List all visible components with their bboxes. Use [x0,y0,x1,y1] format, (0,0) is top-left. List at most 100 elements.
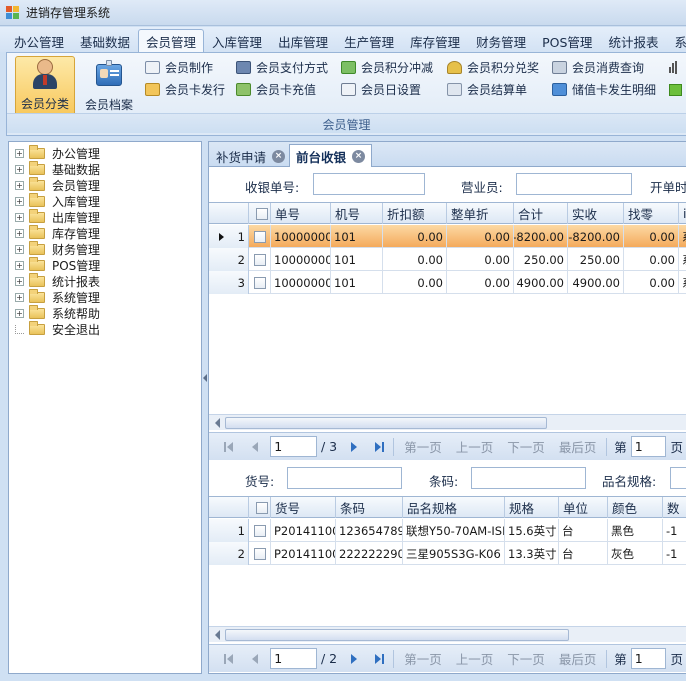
row-checkbox[interactable] [253,524,266,537]
header-select-all[interactable] [249,497,271,518]
menu-tab-basic-data[interactable]: 基础数据 [72,29,138,52]
table-cell[interactable]: -1 [663,542,686,565]
tree-node[interactable]: + 出库管理 [15,208,100,225]
expand-plus-icon[interactable]: + [15,260,24,270]
table-cell[interactable]: 100000006 [271,225,331,248]
table-cell[interactable]: 123654789 [336,519,403,542]
table-cell[interactable]: 250.00 [514,248,568,271]
tab-replenish-request[interactable]: 补货申请 × [209,144,292,167]
points-redeem-button[interactable]: 会员积分兑奖 [447,58,539,76]
table-cell[interactable]: 0.00 [447,271,514,294]
row-select-cell[interactable] [249,519,271,542]
column-header[interactable]: 单位 [559,497,608,518]
header-select-all[interactable] [249,203,271,224]
row-select-cell[interactable] [249,542,271,565]
expand-plus-icon[interactable]: + [15,212,24,222]
report-bars-icon[interactable] [669,58,686,76]
next-page-button[interactable]: 下一页 [507,649,545,668]
row-checkbox[interactable] [253,547,266,560]
column-header[interactable]: 实收 [568,203,624,224]
expand-plus-icon[interactable]: + [15,148,24,158]
spec-input[interactable] [670,467,686,489]
page-number-input[interactable]: 1 [270,648,317,669]
close-icon[interactable]: × [352,149,366,163]
prev-page-button[interactable]: 上一页 [456,649,494,668]
table-cell[interactable]: 13.3英寸 [505,542,559,565]
tree-node[interactable]: + 库存管理 [15,224,100,241]
salesperson-input[interactable] [516,173,632,195]
cashier-grid-hscroll[interactable] [209,414,686,430]
column-header[interactable]: i [679,203,686,224]
column-header[interactable]: 单号 [271,203,331,224]
member-category-button[interactable]: 会员分类 [15,56,75,116]
table-cell[interactable]: 系 [679,225,686,248]
row-checkbox[interactable] [253,276,266,289]
tree-node[interactable]: + 财务管理 [15,240,100,257]
table-cell[interactable]: 0.00 [383,248,447,271]
row-select-cell[interactable] [249,271,271,294]
tab-front-cashier[interactable]: 前台收银 × [289,144,373,167]
column-header[interactable]: 条码 [336,497,403,518]
menu-tab-inbound[interactable]: 入库管理 [204,29,270,52]
page-number-input[interactable]: 1 [270,436,317,457]
expand-plus-icon[interactable]: + [15,180,24,190]
last-page-button[interactable]: 最后页 [559,649,597,668]
table-row[interactable]: 2 P2014110042222222905三星905S3G-K0613.3英寸台… [209,542,686,565]
prev-page-icon[interactable] [246,438,263,456]
column-header[interactable]: 颜色 [608,497,663,518]
table-cell[interactable]: 三星905S3G-K06 [403,542,505,565]
table-cell[interactable]: -1 [663,519,686,542]
row-select-cell[interactable] [249,225,271,248]
tree-node[interactable]: + 基础数据 [15,160,100,177]
last-page-button[interactable]: 最后页 [559,437,597,456]
table-cell[interactable]: 0.00 [624,271,679,294]
table-row[interactable]: 11000000061010.000.00-8200.00-8200.000.0… [209,225,686,248]
scroll-left-icon[interactable] [215,630,220,640]
first-page-button[interactable]: 第一页 [404,649,442,668]
table-cell[interactable]: 4900.00 [568,271,624,294]
member-file-button[interactable]: 会员档案 [79,56,139,116]
column-header[interactable]: 规格 [505,497,559,518]
menu-tab-reports[interactable]: 统计报表 [600,29,666,52]
table-cell[interactable]: 联想Y50-70AM-ISE [403,519,505,542]
table-cell[interactable]: 0.00 [447,225,514,248]
expand-plus-icon[interactable]: + [15,244,24,254]
chart-green-icon[interactable] [669,81,686,99]
column-header[interactable]: 机号 [331,203,383,224]
expand-plus-icon[interactable]: + [15,308,24,318]
table-cell[interactable]: 2222222905 [336,542,403,565]
column-header[interactable]: 合计 [514,203,568,224]
tree-node[interactable]: 安全退出 [15,320,100,337]
table-cell[interactable]: 黑色 [608,519,663,542]
scroll-left-icon[interactable] [215,418,220,428]
table-cell[interactable]: 101 [331,225,383,248]
expand-plus-icon[interactable]: + [15,228,24,238]
column-header[interactable]: 品名规格 [403,497,505,518]
table-cell[interactable]: 101 [331,248,383,271]
member-day-button[interactable]: 会员日设置 [341,80,421,98]
close-icon[interactable]: × [272,149,286,163]
first-page-icon[interactable] [221,650,238,668]
column-header[interactable]: 整单折 [447,203,514,224]
settlement-button[interactable]: 会员结算单 [447,80,527,98]
tree-node[interactable]: + 会员管理 [15,176,100,193]
menu-tab-member[interactable]: 会员管理 [138,29,205,52]
next-page-icon[interactable] [345,650,362,668]
table-cell[interactable]: -8200.00 [568,225,624,248]
table-row[interactable]: 1 P201411005123654789联想Y50-70AM-ISE15.6英寸… [209,519,686,542]
table-cell[interactable]: 0.00 [624,225,679,248]
goto-page-input[interactable]: 1 [630,436,667,457]
table-cell[interactable]: 100000004 [271,248,331,271]
goto-page-input[interactable]: 1 [630,648,667,669]
expand-plus-icon[interactable]: + [15,292,24,302]
table-cell[interactable]: 0.00 [383,271,447,294]
menu-tab-office[interactable]: 办公管理 [6,29,72,52]
table-row[interactable]: 21000000041010.000.00250.00250.000.00系 [209,248,686,271]
select-all-checkbox[interactable] [255,207,268,220]
table-cell[interactable]: 0.00 [624,248,679,271]
column-header[interactable]: 货号 [271,497,336,518]
column-header[interactable]: 找零 [624,203,679,224]
expand-plus-icon[interactable]: + [15,164,24,174]
stored-card-detail-button[interactable]: 储值卡发生明细 [552,80,656,98]
column-header[interactable]: 数 [663,497,686,518]
